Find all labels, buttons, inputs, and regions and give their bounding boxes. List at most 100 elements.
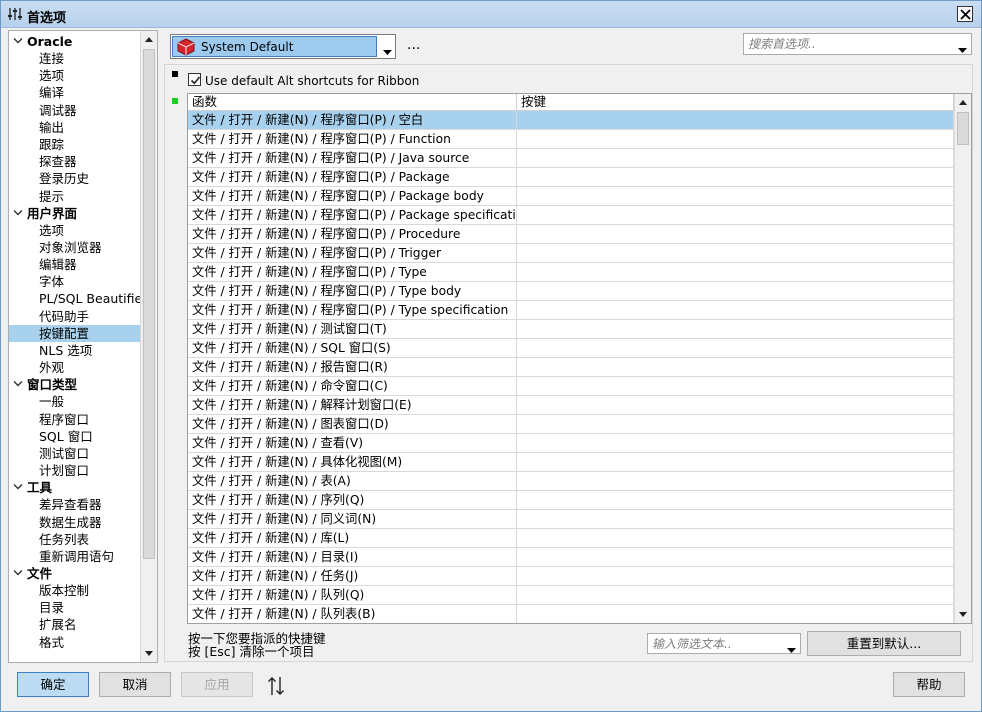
table-row[interactable]: 文件 / 打开 / 新建(N) / 解释计划窗口(E)	[188, 396, 954, 415]
tree-item[interactable]: 目录	[9, 599, 142, 616]
key-cell[interactable]	[517, 415, 954, 434]
column-header-function[interactable]: 函数	[188, 94, 517, 111]
table-row[interactable]: 文件 / 打开 / 新建(N) / 报告窗口(R)	[188, 358, 954, 377]
key-cell[interactable]	[517, 244, 954, 263]
tree-item[interactable]: 差异查看器	[9, 496, 142, 513]
tree-group[interactable]: 窗口类型	[9, 376, 142, 393]
scroll-up-button[interactable]	[141, 31, 157, 48]
table-row[interactable]: 文件 / 打开 / 新建(N) / 程序窗口(P) / Procedure	[188, 225, 954, 244]
table-row[interactable]: 文件 / 打开 / 新建(N) / SQL 窗口(S)	[188, 339, 954, 358]
tree-item[interactable]: 对象浏览器	[9, 239, 142, 256]
table-row[interactable]: 文件 / 打开 / 新建(N) / 程序窗口(P) / Type body	[188, 282, 954, 301]
table-row[interactable]: 文件 / 打开 / 新建(N) / 命令窗口(C)	[188, 377, 954, 396]
scroll-up-button[interactable]	[955, 94, 971, 111]
preferences-tree[interactable]: Oracle 连接 选项 编译 调试器 输出 跟踪 探查器 登录历史 提示 用户界面 选项 对象浏览器编…	[8, 30, 158, 663]
ok-button[interactable]: 确定	[17, 672, 89, 697]
key-cell[interactable]	[517, 111, 954, 130]
key-cell[interactable]	[517, 396, 954, 415]
key-assignment-grid[interactable]: 函数 按键 文件 / 打开 / 新建(N) / 程序窗口(P) / 空白 文件 /…	[187, 93, 972, 624]
tree-item[interactable]: 跟踪	[9, 136, 142, 153]
tree-item[interactable]: 编译	[9, 84, 142, 101]
tree-item[interactable]: 数据生成器	[9, 514, 142, 531]
table-row[interactable]: 文件 / 打开 / 新建(N) / 表(A)	[188, 472, 954, 491]
key-cell[interactable]	[517, 358, 954, 377]
table-row[interactable]: 文件 / 打开 / 新建(N) / 程序窗口(P) / Package spec…	[188, 206, 954, 225]
key-cell[interactable]	[517, 453, 954, 472]
scroll-down-button[interactable]	[141, 645, 157, 662]
table-row[interactable]: 文件 / 打开 / 新建(N) / 程序窗口(P) / Type specifi…	[188, 301, 954, 320]
table-row[interactable]: 文件 / 打开 / 新建(N) / 具体化视图(M)	[188, 453, 954, 472]
key-cell[interactable]	[517, 510, 954, 529]
tree-group[interactable]: Oracle	[9, 33, 142, 50]
table-row[interactable]: 文件 / 打开 / 新建(N) / 任务(J)	[188, 567, 954, 586]
key-cell[interactable]	[517, 206, 954, 225]
tree-group[interactable]: 用户界面	[9, 205, 142, 222]
tree-item[interactable]: 测试窗口	[9, 445, 142, 462]
tree-item[interactable]: SQL 窗口	[9, 428, 142, 445]
chevron-down-icon[interactable]	[787, 642, 796, 656]
key-cell[interactable]	[517, 472, 954, 491]
tree-item[interactable]: 字体	[9, 273, 142, 290]
tree-item[interactable]: 版本控制	[9, 582, 142, 599]
tree-item[interactable]: NLS 选项	[9, 342, 142, 359]
chevron-down-icon[interactable]	[958, 42, 967, 56]
chevron-down-icon[interactable]	[13, 380, 23, 388]
tree-item[interactable]: 编辑器	[9, 256, 142, 273]
ribbon-shortcuts-checkbox[interactable]	[188, 73, 201, 86]
table-row[interactable]: 文件 / 打开 / 新建(N) / 程序窗口(P) / 空白	[188, 111, 954, 130]
sort-icon[interactable]	[266, 675, 286, 700]
tree-item[interactable]: 扩展名	[9, 616, 142, 633]
theme-select[interactable]: System Default	[170, 34, 396, 59]
chevron-down-icon[interactable]	[13, 569, 23, 577]
table-row[interactable]: 文件 / 打开 / 新建(N) / 程序窗口(P) / Package body	[188, 187, 954, 206]
table-row[interactable]: 文件 / 打开 / 新建(N) / 队列(Q)	[188, 586, 954, 605]
scroll-down-button[interactable]	[955, 606, 971, 623]
search-field[interactable]	[743, 33, 972, 55]
table-row[interactable]: 文件 / 打开 / 新建(N) / 序列(Q)	[188, 491, 954, 510]
key-cell[interactable]	[517, 548, 954, 567]
tree-item[interactable]: 选项	[9, 222, 142, 239]
chevron-down-icon[interactable]	[13, 483, 23, 491]
table-row[interactable]: 文件 / 打开 / 新建(N) / 查看(V)	[188, 434, 954, 453]
tree-item[interactable]: 探查器	[9, 153, 142, 170]
tree-item[interactable]: PL/SQL Beautifier	[9, 290, 147, 307]
tree-item[interactable]: 程序窗口	[9, 411, 142, 428]
more-button[interactable]: ...	[407, 37, 420, 53]
search-input[interactable]	[746, 35, 951, 53]
tree-item[interactable]: 外观	[9, 359, 142, 376]
apply-button[interactable]: 应用	[181, 672, 253, 697]
table-row[interactable]: 文件 / 打开 / 新建(N) / 程序窗口(P) / Trigger	[188, 244, 954, 263]
table-row[interactable]: 文件 / 打开 / 新建(N) / 程序窗口(P) / Type	[188, 263, 954, 282]
tree-group[interactable]: 文件	[9, 565, 142, 582]
chevron-down-icon[interactable]	[13, 37, 23, 45]
table-row[interactable]: 文件 / 打开 / 新建(N) / 队列表(B)	[188, 605, 954, 623]
key-cell[interactable]	[517, 263, 954, 282]
key-cell[interactable]	[517, 168, 954, 187]
column-header-key[interactable]: 按键	[517, 94, 954, 111]
filter-field[interactable]	[647, 633, 801, 654]
key-cell[interactable]	[517, 491, 954, 510]
key-cell[interactable]	[517, 130, 954, 149]
tree-item[interactable]: 提示	[9, 188, 142, 205]
key-cell[interactable]	[517, 567, 954, 586]
key-cell[interactable]	[517, 434, 954, 453]
key-cell[interactable]	[517, 225, 954, 244]
tree-item[interactable]: 一般	[9, 393, 142, 410]
tree-group[interactable]: 工具	[9, 479, 142, 496]
scroll-thumb[interactable]	[143, 49, 155, 559]
tree-item[interactable]: 重新调用语句	[9, 548, 142, 565]
grid-scrollbar[interactable]	[954, 94, 971, 623]
table-row[interactable]: 文件 / 打开 / 新建(N) / 程序窗口(P) / Package	[188, 168, 954, 187]
key-cell[interactable]	[517, 605, 954, 623]
table-row[interactable]: 文件 / 打开 / 新建(N) / 程序窗口(P) / Function	[188, 130, 954, 149]
filter-input[interactable]	[650, 635, 780, 652]
key-cell[interactable]	[517, 586, 954, 605]
tree-item[interactable]: 选项	[9, 67, 142, 84]
key-cell[interactable]	[517, 187, 954, 206]
key-cell[interactable]	[517, 377, 954, 396]
key-cell[interactable]	[517, 282, 954, 301]
key-cell[interactable]	[517, 149, 954, 168]
tree-item[interactable]: 格式	[9, 634, 142, 651]
tree-item[interactable]: 调试器	[9, 102, 142, 119]
table-row[interactable]: 文件 / 打开 / 新建(N) / 目录(I)	[188, 548, 954, 567]
